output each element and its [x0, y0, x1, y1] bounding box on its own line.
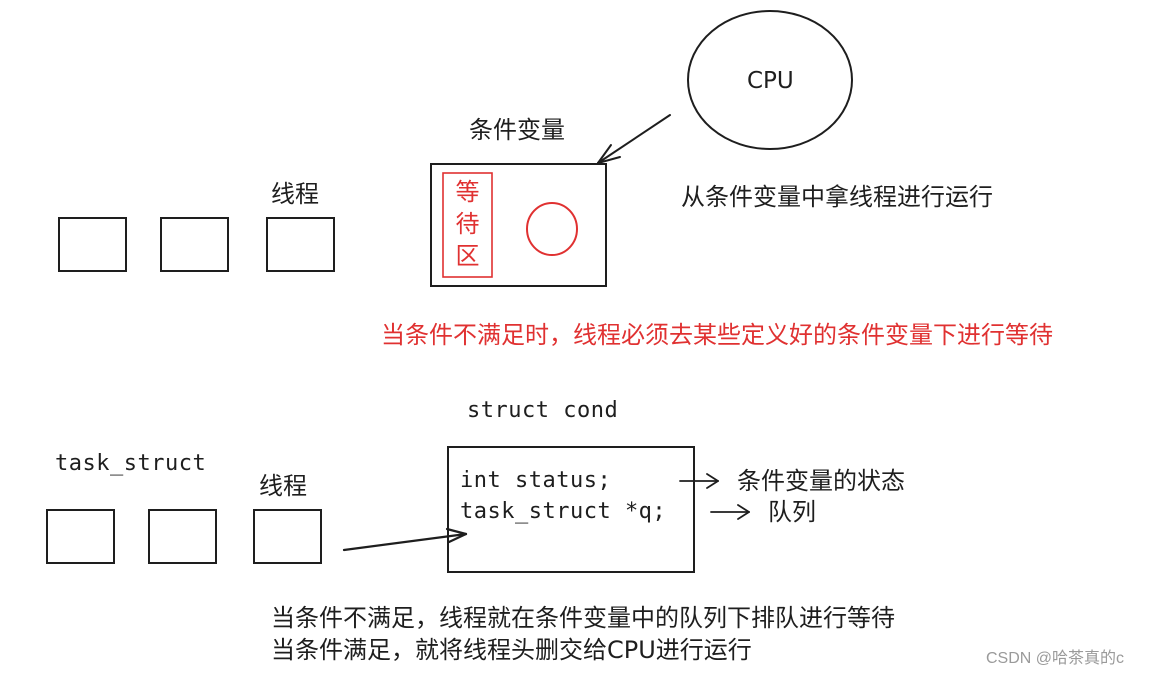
status-field-code: int status;	[460, 468, 612, 493]
threads-label-bottom: 线程	[259, 472, 307, 500]
threads-label-top: 线程	[271, 180, 319, 208]
wait-area-char: 等	[455, 178, 480, 206]
wait-area-char: 区	[455, 242, 480, 270]
waiting-thread-circle	[526, 202, 578, 256]
thread-box	[148, 509, 217, 564]
watermark: CSDN @哈茶真的c	[986, 650, 1125, 667]
thread-box	[266, 217, 335, 272]
task-struct-label: task_struct	[55, 451, 207, 476]
condition-variable-title: 条件变量	[469, 116, 565, 144]
thread-box	[58, 217, 127, 272]
bottom-note-1: 当条件不满足，线程就在条件变量中的队列下排队进行等待	[271, 604, 895, 632]
queue-field-note: 队列	[768, 498, 816, 526]
thread-box	[46, 509, 115, 564]
status-field-arrow	[679, 473, 719, 489]
thread-box	[160, 217, 229, 272]
wait-area-label: 等 待 区	[443, 178, 492, 278]
cpu-to-condvar-arrow	[597, 114, 671, 164]
bottom-note-2: 当条件满足，就将线程头删交给CPU进行运行	[271, 636, 752, 664]
cpu-note: 从条件变量中拿线程进行运行	[681, 183, 993, 211]
red-note: 当条件不满足时，线程必须去某些定义好的条件变量下进行等待	[381, 321, 1053, 349]
status-field-note: 条件变量的状态	[737, 467, 905, 495]
queue-field-code: task_struct *q;	[460, 499, 667, 524]
cpu-label: CPU	[747, 68, 794, 94]
queue-field-arrow	[710, 504, 750, 520]
struct-cond-title: struct cond	[467, 398, 619, 423]
thread-box	[253, 509, 322, 564]
wait-area-char: 待	[455, 210, 480, 238]
